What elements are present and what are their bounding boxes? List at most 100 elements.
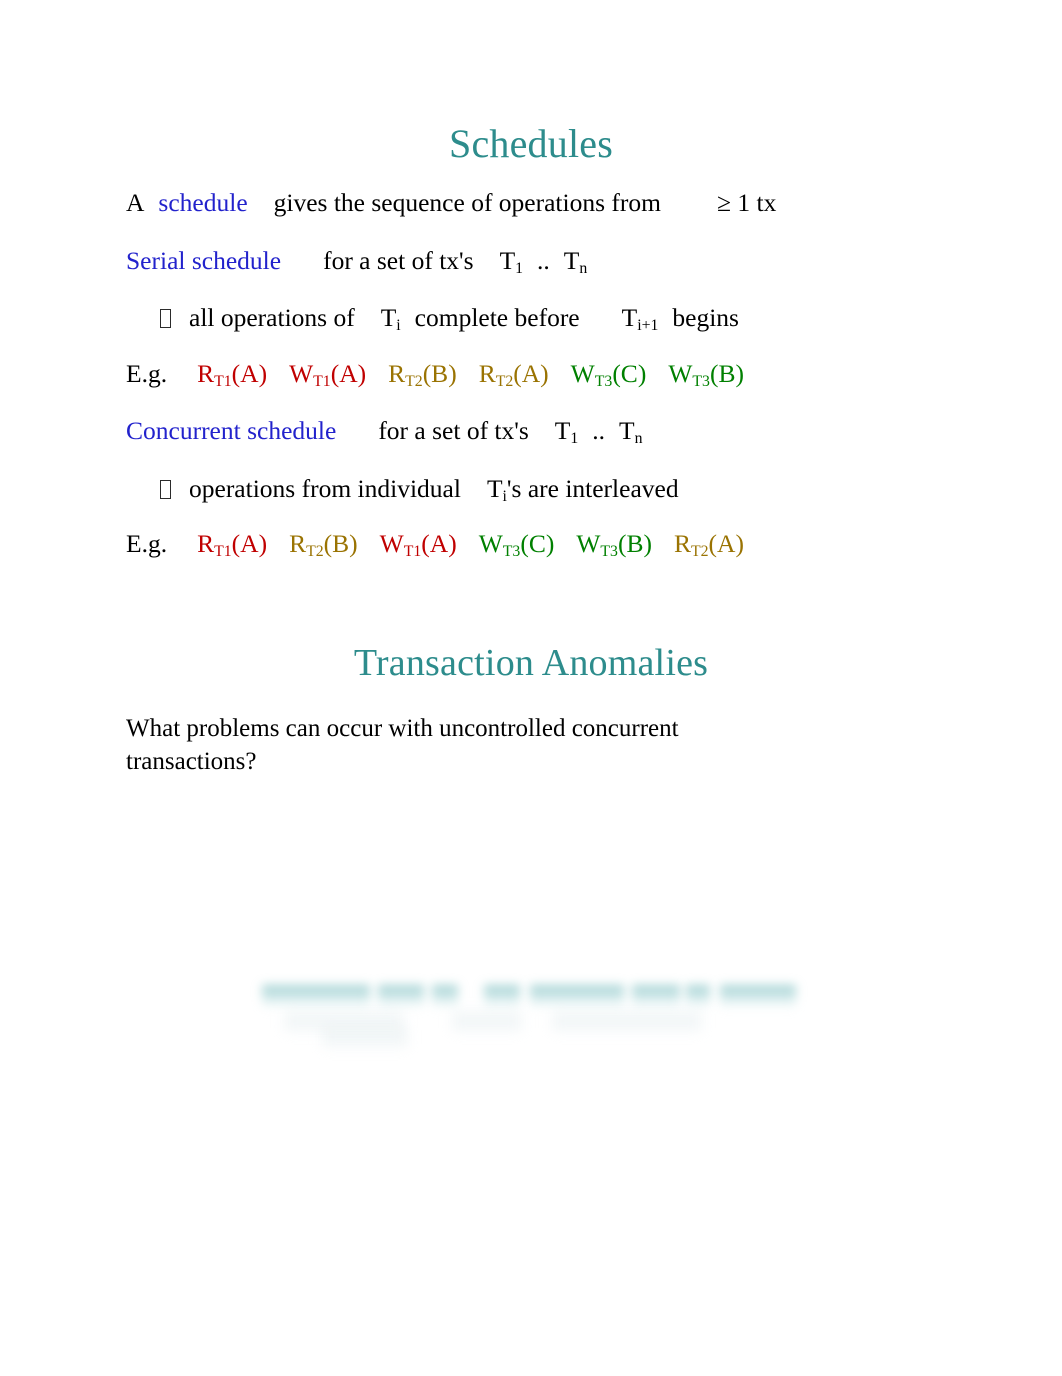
bullet1-tx-b: Ti+1 [621,303,659,335]
operation-letter: W [668,358,693,388]
operation-letter: W [379,529,404,558]
tx-first-letter: T [554,416,571,445]
operation-transaction-subscript: T2 [405,372,423,390]
artifact-smudge [686,985,710,1011]
tx-a-subscript: i [396,317,401,335]
artifact-smudge [632,985,680,1011]
operation-transaction-subscript: T3 [692,372,710,390]
blurred-text-artifact [262,985,796,1047]
operation-transaction-subscript: T1 [403,543,422,561]
operation-transaction-subscript: T3 [600,543,618,561]
tx-last-letter: T [619,416,635,445]
artifact-ghost [284,1011,404,1031]
operation-data-item: (B) [323,529,358,558]
line1-text: gives the sequence of operations from [273,188,661,217]
tx-b-subscript: i+1 [637,317,659,335]
definition-line-schedule: Aschedule gives the sequence of operation… [126,190,986,216]
definition-line-concurrent-schedule: Concurrent schedule for a set of tx's T1..… [126,416,986,448]
operation-token: WT3(B) [668,358,744,390]
page-title-transaction-anomalies: Transaction Anomalies [353,642,709,684]
tx-first-subscript: 1 [515,259,524,277]
bullet-serial-property: all operations of Ti complete before Ti+1 be… [160,303,986,335]
operation-token: WT1(A) [289,358,366,390]
operation-letter: R [673,529,691,558]
tx-last: Tn [563,245,588,277]
operation-token: RT2(A) [673,529,744,561]
artifact-ghost [452,1011,522,1031]
artifact-smudge [378,985,424,1011]
tx-last-subscript: n [579,259,588,277]
tx-first-subscript: 1 [570,430,579,448]
operation-data-item: (B) [422,358,457,388]
artifact-ghost [552,1011,702,1031]
tx-range: .. [537,245,550,275]
missing-char-box-icon [160,309,171,328]
example-concurrent-schedule: E.g. RT1(A) RT2(B) WT1(A) WT3(C) WT3(B) RT2(A) [126,529,986,561]
example2-label: E.g. [126,529,168,558]
operation-letter: W [478,529,503,558]
operation-letter: R [197,358,215,388]
operation-letter: R [478,358,496,388]
artifact-smudge [484,985,520,1011]
operation-data-item: (A) [513,358,549,388]
operation-data-item: (B) [617,529,652,558]
tx-first-letter: T [499,245,516,275]
operation-data-item: (A) [421,529,457,558]
artifact-smudge [262,985,370,1011]
bullet1-part1: all operations of [189,303,355,332]
tx-first: T1 [499,245,524,277]
example1-label: E.g. [126,358,168,388]
operation-data-item: (A) [231,529,268,558]
bullet1-part2: complete before [414,303,580,332]
line1-prefix: A [126,188,145,217]
document-page: Schedules Aschedule gives the sequence of… [0,0,1062,1376]
operation-transaction-subscript: T1 [313,372,331,390]
operation-transaction-subscript: T2 [690,543,709,561]
operation-token: RT2(B) [388,358,457,390]
line3-text: for a set of tx's [378,416,529,445]
operation-transaction-subscript: T3 [594,372,613,390]
operation-token: RT1(A) [197,529,268,561]
bullet2-part1: operations from individual [189,473,461,503]
operation-letter: W [289,358,314,388]
operation-data-item: (A) [231,358,268,388]
operation-data-item: (C) [520,529,555,558]
operation-letter: R [289,529,307,558]
operation-transaction-subscript: T2 [306,543,324,561]
example2-operations: RT1(A) RT2(B) WT1(A) WT3(C) WT3(B) RT2(A) [197,529,744,561]
tx-last-letter: T [563,245,580,275]
tx-last-subscript: n [634,430,643,448]
line2-text: for a set of tx's [323,245,474,275]
bullet1-tx-a: Ti [381,303,401,335]
tx-a-subscript: i [502,487,507,505]
operation-token: RT1(A) [197,358,268,390]
example1-operations: RT1(A) WT1(A) RT2(B) RT2(A) WT3(C) WT3(B) [197,358,744,390]
bullet2-part2: 's are interleaved [506,473,679,503]
anomalies-question-text: What problems can occur with uncontrolle… [126,715,679,776]
operation-token: WT3(B) [576,529,652,561]
missing-char-box-icon [160,479,171,499]
bullet1-part3: begins [672,303,739,332]
operation-letter: R [197,529,215,558]
artifact-smudge [432,985,458,1011]
tx-b-letter: T [621,303,638,332]
operation-token: WT3(C) [478,529,555,560]
operation-data-item: (B) [709,358,744,388]
tx-last: Tn [619,416,643,448]
artifact-ghost [322,1027,408,1047]
tx-range: .. [592,416,606,445]
tx-first: T1 [554,416,579,448]
operation-transaction-subscript: T1 [214,543,232,561]
operation-data-item: (C) [612,358,647,388]
operation-token: RT2(B) [289,529,358,561]
operation-letter: R [388,358,406,388]
keyword-serial-schedule: Serial schedule [126,245,282,275]
operation-transaction-subscript: T1 [214,372,232,390]
operation-token: WT3(C) [571,358,647,390]
operation-transaction-subscript: T2 [495,372,514,390]
artifact-smudge [720,985,796,1011]
keyword-schedule: schedule [158,188,248,217]
line1-suffix: ≥ 1 tx [716,188,777,217]
definition-line-serial-schedule: Serial schedule for a set of tx's T1.. Tn [126,245,986,277]
keyword-concurrent-schedule: Concurrent schedule [126,416,337,445]
